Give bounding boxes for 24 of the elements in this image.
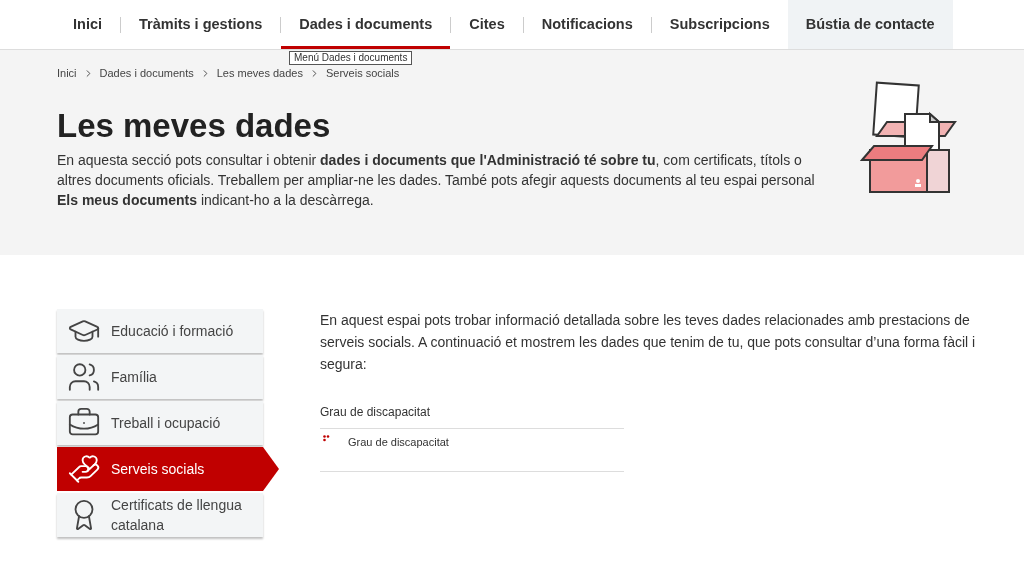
page-title: Les meves dades (57, 106, 332, 146)
breadcrumb-link[interactable]: Inici (57, 67, 77, 80)
dots-icon (323, 435, 330, 442)
breadcrumb-link[interactable]: Dades i documents (99, 67, 194, 80)
sidebar-item[interactable]: Treball i ocupació (57, 401, 263, 445)
sidebar-item[interactable]: Serveis socials (57, 447, 279, 491)
tooltip: Menú Dades i documents (289, 51, 413, 65)
sidebar-item[interactable]: Certificats de llengua catalana (57, 493, 263, 537)
breadcrumb-link[interactable]: Les meves dades (216, 67, 303, 80)
intro-paragraph: En aquesta secció pots consultar i obtenir dades i documents que l'Administració té sobre tu, com certificats, títols o altres documents oficials. Treballem per ampliar-ne les dades. També pots afegir aquests documents al teu espai personal Els meus documents indicant-ho a la descàrrega. (57, 151, 816, 211)
nav-tab[interactable]: Tràmits i gestions (121, 0, 281, 49)
breadcrumb-link[interactable]: Serveis socials (325, 67, 400, 80)
content-paragraph: En aquest espai pots trobar informació detallada sobre les teves dades relacionades amb prestacions de serveis socials. A continuació et mostrem les dades que tenim de tu, que pots consultar d’una forma fàcil i segura: (320, 311, 977, 374)
nav-tab[interactable]: Subscripcions (651, 0, 788, 49)
nav-tab[interactable]: Inici (55, 0, 120, 49)
section-title: Grau de discapacitat (320, 403, 624, 429)
hand-heart-icon (67, 452, 101, 486)
nav-tab[interactable]: Notificacions (523, 0, 651, 49)
nav-tab[interactable]: Bústia de contacte (787, 0, 953, 49)
sidebar-item[interactable]: Família (57, 355, 263, 399)
data-link[interactable]: Grau de discapacitat (348, 434, 449, 451)
people-icon (67, 360, 101, 394)
nav-tab[interactable]: Cites (451, 0, 523, 49)
sidebar-item[interactable]: Educació i formació (57, 309, 263, 353)
